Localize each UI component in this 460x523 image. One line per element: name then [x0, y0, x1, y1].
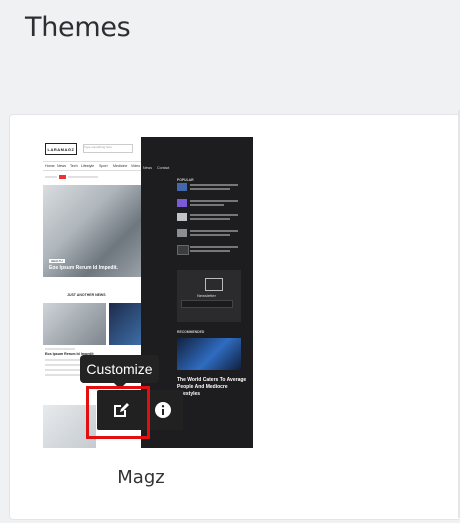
preview-nav-2: News	[57, 164, 66, 168]
popular-thumb	[177, 183, 187, 191]
envelope-icon	[205, 278, 223, 291]
preview-logo: LARAMAGZ	[45, 143, 77, 155]
page-title: Themes	[25, 12, 131, 43]
newsletter-title: Newsletter	[197, 293, 216, 298]
popular-thumb	[177, 199, 187, 207]
placeholder-line	[190, 204, 224, 206]
divider	[43, 170, 141, 171]
popular-heading: POPULAR	[177, 178, 194, 182]
placeholder-line	[45, 369, 85, 371]
placeholder-line	[190, 214, 238, 216]
placeholder-line	[190, 200, 238, 202]
feature-title: The World Caters To Average People And M…	[177, 377, 247, 397]
hero-title: Eos Ipsum Rerum Id Impedit.	[49, 265, 118, 271]
dark-nav-1: News	[143, 166, 152, 170]
theme-name: Magz	[117, 467, 165, 488]
preview-nav-5: Sport	[99, 164, 108, 168]
preview-nav-3: Tech	[70, 164, 78, 168]
feature-image	[177, 338, 241, 370]
hero-image	[43, 185, 141, 277]
placeholder-line	[68, 176, 98, 178]
placeholder-line	[190, 250, 230, 252]
preview-nav-1: Home	[45, 164, 55, 168]
breaking-badge	[59, 175, 66, 179]
preview-nav-4: Lifestyle	[81, 164, 95, 168]
placeholder-line	[190, 246, 238, 248]
placeholder-line	[45, 176, 57, 178]
article-image	[109, 303, 141, 345]
recommended-heading: RECOMMENDED	[177, 330, 205, 334]
preview-search: Type something here	[83, 144, 133, 153]
section-title: JUST ANOTHER NEWS	[67, 293, 106, 297]
preview-newsletter: Newsletter	[177, 270, 241, 322]
highlight-box	[86, 386, 150, 439]
article-image	[43, 303, 106, 345]
placeholder-line	[45, 348, 75, 350]
divider	[43, 161, 141, 162]
info-icon	[155, 402, 171, 418]
placeholder-line	[190, 234, 230, 236]
placeholder-line	[190, 184, 238, 186]
customize-tooltip: Customize	[80, 355, 159, 389]
popular-thumb	[177, 245, 189, 255]
placeholder-line	[190, 218, 230, 220]
newsletter-input	[181, 300, 233, 308]
placeholder-line	[190, 230, 238, 232]
popular-thumb	[177, 229, 187, 237]
hero-tag: HEALTH	[49, 259, 65, 263]
placeholder-line	[190, 188, 230, 190]
dark-nav-2: Contact	[157, 166, 170, 170]
popular-thumb	[177, 213, 187, 221]
preview-nav-7: Video	[131, 164, 141, 168]
preview-nav-6: Medicine	[113, 164, 128, 168]
